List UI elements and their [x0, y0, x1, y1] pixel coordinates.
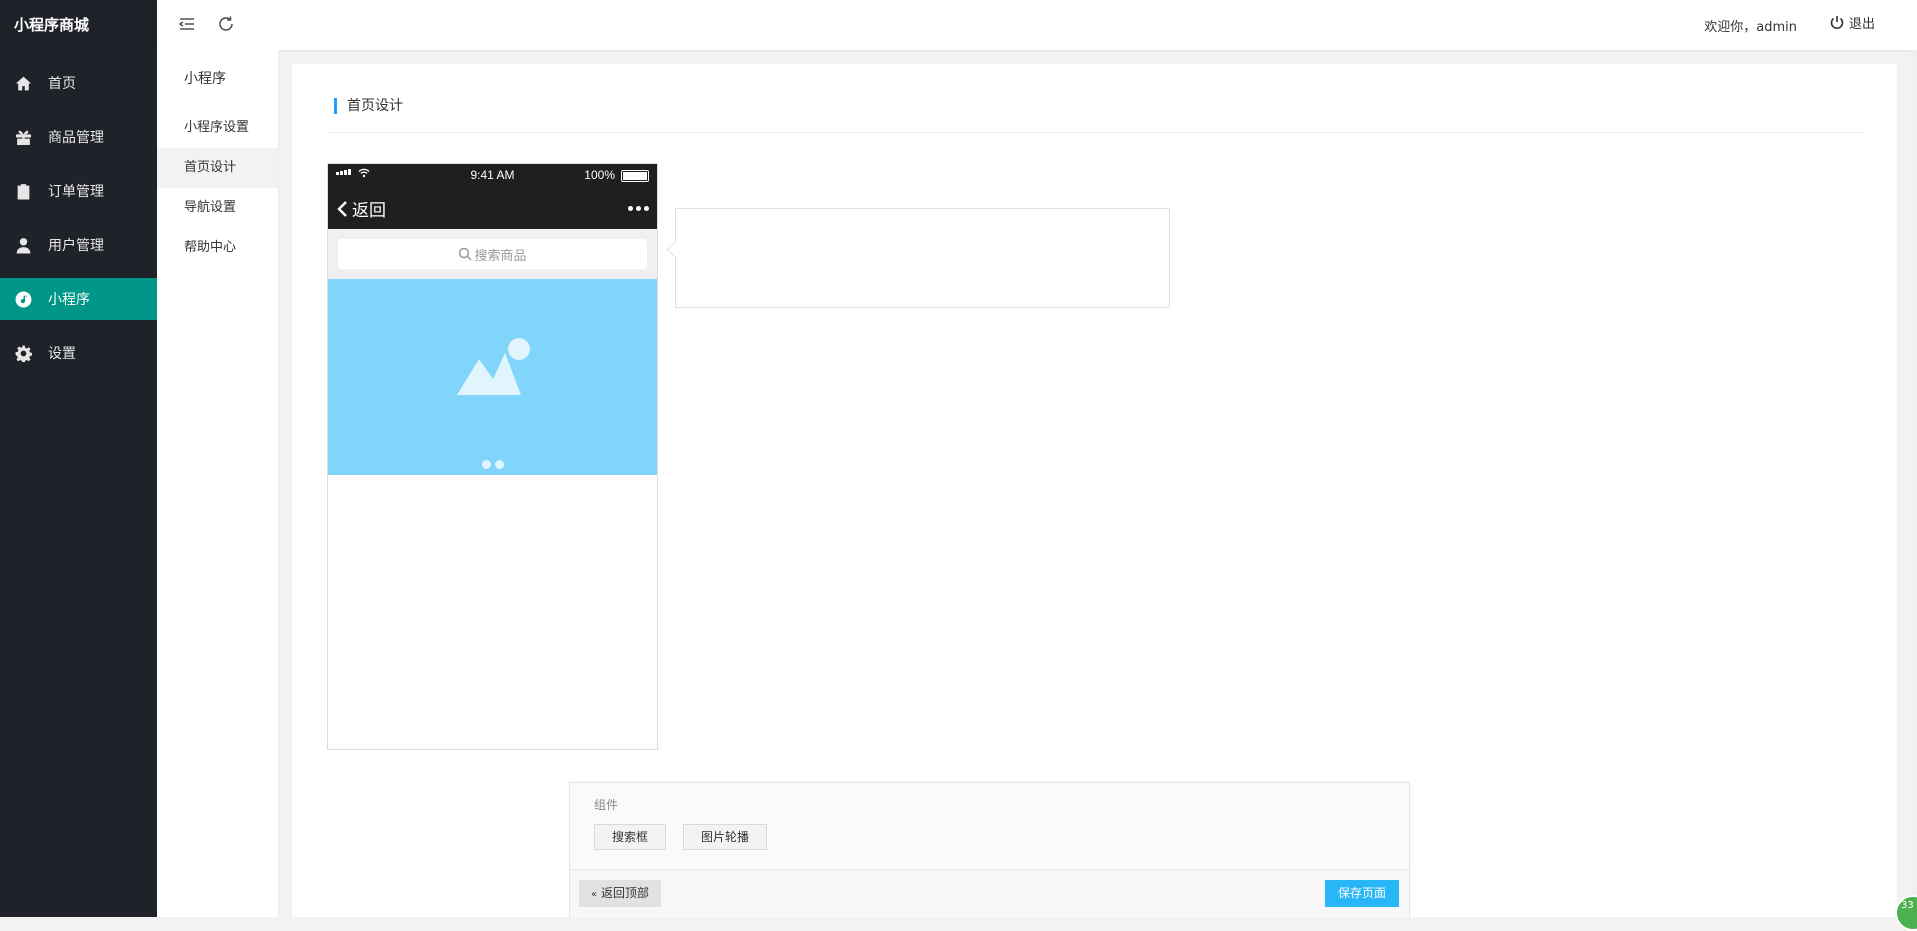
back-to-top-button[interactable]: « 返回顶部	[579, 880, 661, 907]
top-header: 欢迎你，admin 退出	[157, 0, 1917, 50]
chevron-left-icon	[337, 200, 347, 217]
sidebar-item-orders[interactable]: 订单管理	[0, 170, 157, 212]
clipboard-icon	[14, 182, 32, 200]
sidebar-item-label: 设置	[48, 346, 76, 362]
add-carousel-button[interactable]: 图片轮播	[683, 824, 768, 850]
divider	[326, 132, 1863, 133]
double-chevron-up-icon: «	[591, 889, 598, 900]
sidebar-item-settings[interactable]: 设置	[0, 332, 157, 374]
components-label: 组件	[594, 798, 619, 812]
phone-back-button[interactable]: 返回	[336, 196, 386, 221]
sidebar-item-home[interactable]: 首页	[0, 62, 157, 104]
phone-back-label: 返回	[352, 201, 386, 221]
sidebar: 小程序商城 首页 商品管理 订单管理 用户管理 小程序 设置	[0, 0, 157, 917]
sidebar-item-miniprogram[interactable]: 小程序	[0, 278, 157, 320]
main-content: 首页设计 9:41 AM 100% 返回 搜索商品 组件 搜索框 图片轮播 « …	[292, 64, 1897, 919]
phone-search-box[interactable]: 搜索商品	[338, 239, 647, 269]
page-title: 首页设计	[334, 98, 403, 114]
battery-icon	[621, 170, 649, 182]
carousel-indicators	[328, 460, 657, 469]
add-search-button[interactable]: 搜索框	[594, 824, 667, 850]
sidebar-item-label: 小程序	[48, 292, 90, 308]
gear-icon	[14, 344, 32, 362]
logout-button[interactable]: 退出	[1829, 13, 1875, 32]
sidebar-item-products[interactable]: 商品管理	[0, 116, 157, 158]
subnav-title: 小程序	[184, 71, 226, 87]
miniprogram-icon	[14, 290, 32, 308]
sidebar-item-label: 订单管理	[48, 184, 104, 200]
brand-title: 小程序商城	[14, 16, 90, 34]
search-component[interactable]: 搜索商品	[328, 229, 657, 279]
carousel-component[interactable]	[328, 279, 657, 475]
properties-panel	[675, 208, 1170, 308]
battery-percent: 100%	[584, 168, 615, 182]
image-placeholder-icon	[457, 338, 530, 395]
subnav-item-nav-settings[interactable]: 导航设置	[157, 188, 278, 228]
refresh-icon[interactable]	[217, 15, 237, 35]
gift-icon	[14, 128, 32, 146]
welcome-text: 欢迎你，admin	[1704, 20, 1797, 35]
subnav-item-home-design[interactable]: 首页设计	[157, 148, 278, 188]
search-icon	[459, 247, 473, 261]
sidebar-item-users[interactable]: 用户管理	[0, 224, 157, 266]
sidebar-item-label: 商品管理	[48, 130, 104, 146]
phone-status-bar: 9:41 AM 100%	[328, 164, 657, 186]
phone-nav-bar: 返回	[328, 186, 657, 229]
more-icon[interactable]	[628, 206, 649, 211]
logout-label: 退出	[1848, 17, 1875, 32]
save-page-button[interactable]: 保存页面	[1324, 880, 1399, 907]
components-panel: 组件 搜索框 图片轮播 « 返回顶部 保存页面	[569, 782, 1410, 919]
sidebar-item-label: 首页	[48, 76, 76, 92]
sidebar-item-label: 用户管理	[48, 238, 104, 254]
back-to-top-label: 返回顶部	[600, 886, 649, 900]
secondary-nav: 小程序 小程序设置 首页设计 导航设置 帮助中心	[157, 50, 279, 917]
collapse-menu-icon[interactable]	[178, 15, 198, 35]
user-icon	[14, 236, 32, 254]
scrollbar[interactable]	[1911, 50, 1917, 917]
home-icon	[14, 74, 32, 92]
subnav-item-help-center[interactable]: 帮助中心	[157, 228, 278, 268]
phone-preview: 9:41 AM 100% 返回 搜索商品	[327, 163, 658, 750]
components-footer: « 返回顶部 保存页面	[570, 869, 1409, 919]
subnav-item-miniprogram-settings[interactable]: 小程序设置	[157, 108, 278, 148]
floating-badge[interactable]: 33	[1895, 895, 1917, 931]
power-icon	[1830, 15, 1844, 29]
search-placeholder: 搜索商品	[474, 248, 527, 264]
